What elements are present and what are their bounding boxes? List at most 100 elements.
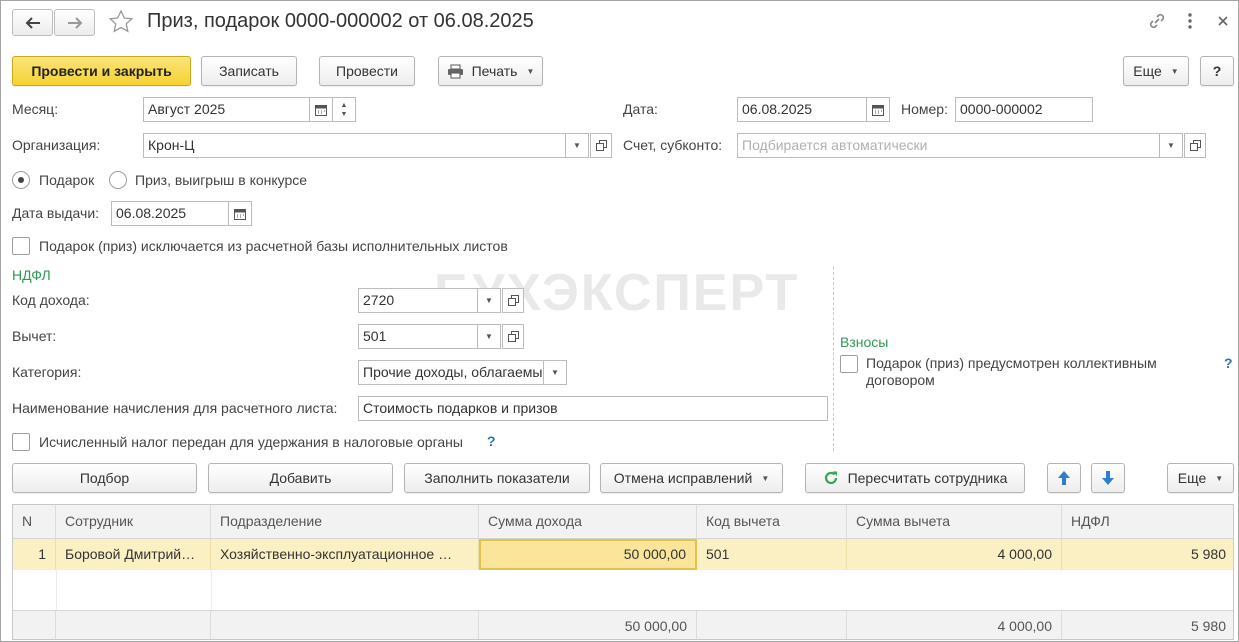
back-button[interactable] [12, 9, 53, 36]
deduction-input[interactable]: 501 [358, 324, 478, 349]
accrual-name-label: Наименование начисления для расчетного л… [12, 400, 338, 416]
save-button[interactable]: Записать [201, 56, 297, 86]
arrow-right-icon [67, 16, 82, 29]
column-header-deduction-code[interactable]: Код вычета [697, 505, 847, 539]
chevron-down-icon[interactable]: ▼ [1160, 133, 1183, 158]
column-header-deduction-amount[interactable]: Сумма вычета [847, 505, 1062, 539]
column-header-n[interactable]: N [13, 505, 56, 539]
open-form-icon[interactable] [502, 288, 524, 313]
print-button[interactable]: Печать ▼ [438, 56, 543, 86]
move-down-button[interactable] [1091, 463, 1125, 493]
total-n [13, 610, 56, 639]
date-input[interactable]: 06.08.2025 [737, 97, 867, 122]
cancel-corrections-label: Отмена исправлений [613, 470, 753, 486]
open-form-icon[interactable] [502, 324, 524, 349]
post-and-close-button[interactable]: Провести и закрыть [12, 56, 191, 86]
total-ndfl: 5 980 [1062, 610, 1233, 639]
arrow-down-icon [1102, 471, 1114, 485]
refresh-icon [824, 471, 837, 485]
collective-agreement-checkbox[interactable] [840, 355, 858, 373]
cell-deduction-amount[interactable]: 4 000,00 [847, 539, 1062, 570]
help-button[interactable]: ? [1200, 56, 1234, 86]
forward-button[interactable] [54, 9, 95, 36]
recalculate-employee-label: Пересчитать сотрудника [847, 470, 1008, 486]
cell-ndfl[interactable]: 5 980 [1062, 539, 1233, 570]
account-input[interactable]: Подбирается автоматически [737, 133, 1160, 158]
total-department [211, 610, 479, 639]
radio-prize[interactable] [109, 171, 127, 189]
open-form-icon[interactable] [1184, 133, 1206, 158]
table-more-label: Еще [1177, 470, 1207, 486]
pick-button[interactable]: Подбор [12, 463, 197, 493]
total-employee [56, 610, 211, 639]
exclude-checkbox-label[interactable]: Подарок (приз) исключается из расчетной … [39, 238, 508, 254]
table-more-button[interactable]: Еще ▼ [1167, 463, 1234, 493]
column-header-department[interactable]: Подразделение [211, 505, 479, 539]
more-vertical-icon[interactable] [1186, 12, 1194, 33]
fill-indicators-button[interactable]: Заполнить показатели [404, 463, 590, 493]
date-label: Дата: [623, 101, 658, 117]
account-placeholder: Подбирается автоматически [742, 137, 928, 153]
spin-up-icon[interactable]: ▲ [341, 101, 348, 110]
column-divider [56, 570, 57, 610]
cell-department[interactable]: Хозяйственно-эксплуатационное … [211, 539, 479, 570]
organization-input[interactable]: Крон-Ц [143, 133, 566, 158]
radio-gift-label[interactable]: Подарок [39, 172, 94, 188]
collective-agreement-help-icon[interactable]: ? [1224, 355, 1233, 371]
month-input[interactable]: Август 2025 [143, 97, 310, 122]
window-title: Приз, подарок 0000-000002 от 06.08.2025 [147, 10, 534, 32]
column-header-income-amount[interactable]: Сумма дохода [479, 505, 697, 539]
link-icon[interactable] [1147, 11, 1167, 34]
add-button[interactable]: Добавить [208, 463, 393, 493]
tax-transferred-checkbox[interactable] [12, 433, 30, 451]
number-input[interactable]: 0000-000002 [955, 97, 1093, 122]
chevron-down-icon[interactable]: ▼ [566, 133, 589, 158]
chevron-down-icon[interactable]: ▼ [478, 288, 501, 313]
chevron-down-icon: ▼ [526, 66, 535, 76]
tax-transferred-help-icon[interactable]: ? [487, 433, 496, 449]
category-label: Категория: [12, 364, 82, 380]
exclude-checkbox[interactable] [12, 237, 30, 255]
print-button-label: Печать [471, 63, 518, 79]
radio-gift[interactable] [12, 171, 30, 189]
open-form-icon[interactable] [590, 133, 612, 158]
printer-icon [447, 64, 463, 78]
collective-agreement-label-line1: Подарок (приз) предусмотрен коллективным [866, 355, 1157, 371]
income-code-input[interactable]: 2720 [358, 288, 478, 313]
number-label: Номер: [901, 101, 948, 117]
cell-deduction-code[interactable]: 501 [697, 539, 847, 570]
radio-prize-label[interactable]: Приз, выигрыш в конкурсе [135, 172, 307, 188]
recalculate-employee-button[interactable]: Пересчитать сотрудника [805, 463, 1025, 493]
organization-label: Организация: [12, 137, 101, 153]
issue-date-label: Дата выдачи: [12, 205, 100, 221]
total-deduction-code [697, 610, 847, 639]
chevron-down-icon: ▼ [761, 473, 770, 483]
chevron-down-icon[interactable]: ▼ [478, 324, 501, 349]
total-deduction-amount: 4 000,00 [847, 610, 1062, 639]
chevron-down-icon[interactable]: ▼ [544, 360, 567, 385]
arrow-up-icon [1058, 471, 1070, 485]
employees-table[interactable]: N Сотрудник Подразделение Сумма дохода К… [12, 504, 1234, 640]
more-button[interactable]: Еще ▼ [1123, 56, 1189, 86]
close-icon[interactable] [1217, 14, 1229, 30]
month-spinner[interactable]: ▲ ▼ [333, 97, 356, 122]
cancel-corrections-button[interactable]: Отмена исправлений ▼ [600, 463, 783, 493]
collective-agreement-label[interactable]: Подарок (приз) предусмотрен коллективным… [866, 355, 1157, 389]
total-income-amount: 50 000,00 [479, 610, 697, 639]
cell-income-amount[interactable]: 50 000,00 [479, 539, 697, 570]
accrual-name-input[interactable]: Стоимость подарков и призов [358, 396, 828, 421]
issue-date-input[interactable]: 06.08.2025 [111, 201, 229, 226]
post-button[interactable]: Провести [319, 56, 415, 86]
column-header-employee[interactable]: Сотрудник [56, 505, 211, 539]
cell-n[interactable]: 1 [13, 539, 56, 570]
favorite-star-icon[interactable] [108, 9, 134, 38]
category-select[interactable]: Прочие доходы, облагаемые [358, 360, 544, 385]
spin-down-icon[interactable]: ▼ [341, 110, 348, 119]
calendar-icon[interactable] [229, 201, 252, 226]
column-header-ndfl[interactable]: НДФЛ [1062, 505, 1233, 539]
tax-transferred-label[interactable]: Исчисленный налог передан для удержания … [39, 434, 463, 450]
move-up-button[interactable] [1047, 463, 1081, 493]
calendar-icon[interactable] [310, 97, 333, 122]
cell-employee[interactable]: Боровой Дмитрий… [56, 539, 211, 570]
calendar-icon[interactable] [867, 97, 890, 122]
